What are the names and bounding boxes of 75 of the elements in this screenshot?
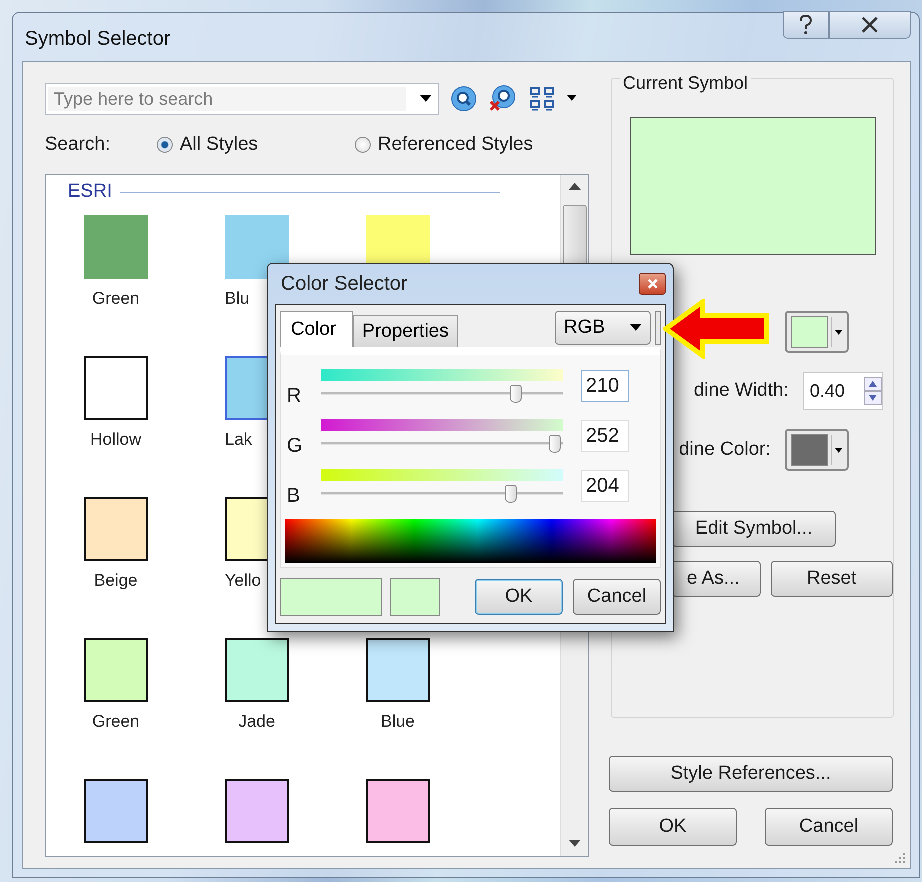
view-options-button[interactable] [529, 86, 579, 112]
resize-grip-icon[interactable] [894, 852, 906, 864]
channel-label: B [286, 484, 302, 508]
caret-icon [835, 330, 844, 334]
close-button[interactable] [829, 11, 911, 39]
symbol-label: Green [92, 289, 140, 309]
small-button[interactable] [655, 311, 661, 345]
edit-symbol-button[interactable]: Edit Symbol... [672, 511, 836, 547]
caret-icon [420, 95, 432, 103]
caret-icon [630, 324, 642, 332]
cancel-button[interactable]: Cancel [765, 808, 893, 846]
ok-button[interactable]: OK [609, 808, 737, 846]
color-swatch[interactable] [84, 215, 148, 279]
color-swatch[interactable] [84, 779, 148, 843]
fill-color-button[interactable] [785, 311, 849, 353]
tab[interactable]: Properties [353, 315, 458, 347]
search-label: Search: [45, 134, 112, 156]
close-icon [861, 17, 879, 33]
search-button[interactable] [451, 86, 477, 112]
symbol-label: Yello [225, 571, 262, 591]
dialog-title: Color Selector [281, 272, 408, 296]
symbol-label: Jade [238, 712, 276, 732]
slider-thumb[interactable] [505, 485, 517, 503]
symbol-label: Green [92, 712, 140, 732]
grid-view-icon [529, 86, 579, 112]
clear-search-button[interactable] [489, 85, 517, 113]
search-icon [451, 86, 477, 112]
scroll-up-icon [568, 183, 580, 191]
scroll-down-icon [568, 840, 580, 848]
slider-thumb[interactable] [510, 385, 522, 403]
color-swatch[interactable] [225, 638, 289, 702]
outline-color-label: dine Color: [679, 439, 771, 461]
color-swatch[interactable] [84, 497, 148, 561]
color-swatch[interactable] [225, 779, 289, 843]
caret-icon [835, 448, 844, 452]
clear-search-icon [489, 85, 517, 113]
slider-thumb[interactable] [548, 435, 561, 453]
help-button[interactable] [783, 11, 829, 39]
symbol-label: Blue [380, 712, 416, 732]
radio-option[interactable]: Referenced Styles [355, 134, 534, 156]
search-field[interactable]: Type here to search [45, 83, 439, 115]
color-swatch[interactable] [366, 638, 430, 702]
channel-label: G [286, 434, 304, 458]
value-field[interactable]: 204 [581, 470, 629, 502]
reset-button[interactable]: Reset [770, 561, 893, 597]
ok-button[interactable]: OK [475, 579, 563, 615]
outline-width-spinner[interactable]: 0.40 [803, 372, 883, 410]
group-heading: ESRI [68, 181, 112, 203]
window-title: Symbol Selector [25, 28, 171, 50]
outline-width-label: dine Width: [694, 380, 789, 402]
save-as-button[interactable]: e As... [672, 561, 761, 597]
close-icon [648, 279, 658, 289]
channel-label: R [286, 384, 302, 408]
symbol-label: Beige [94, 571, 138, 591]
spin-down-icon[interactable] [864, 391, 882, 405]
help-icon [799, 15, 813, 35]
radio-option[interactable]: All Styles [157, 134, 355, 156]
group-title: Current Symbol [620, 73, 752, 94]
tab[interactable]: Color [280, 311, 354, 347]
symbol-label: Blu [225, 289, 250, 309]
color-model-dropdown[interactable]: RGB [555, 311, 651, 345]
spin-up-icon[interactable] [864, 377, 882, 391]
symbol-label: Hollow [90, 430, 142, 450]
color-swatch[interactable] [84, 356, 148, 420]
old-color-preview [390, 578, 440, 616]
color-swatch[interactable] [84, 638, 148, 702]
color-spectrum[interactable] [285, 519, 656, 563]
value-field[interactable]: 210 [581, 370, 629, 402]
outline-color-button[interactable] [785, 429, 849, 471]
close-button[interactable] [639, 273, 666, 295]
color-swatch[interactable] [366, 779, 430, 843]
style-references-button[interactable]: Style References... [609, 756, 893, 792]
value-field[interactable]: 252 [581, 420, 629, 452]
symbol-label: Lak [225, 430, 252, 450]
cancel-button[interactable]: Cancel [573, 579, 661, 615]
